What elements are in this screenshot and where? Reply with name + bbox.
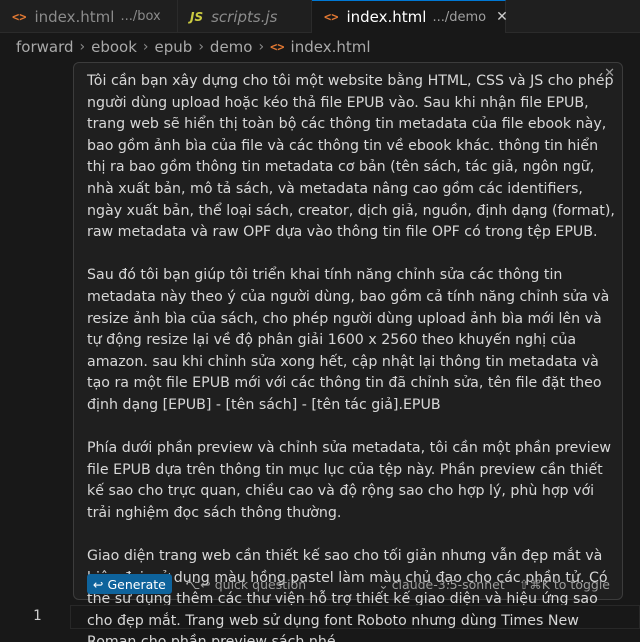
tab-description: .../box: [120, 9, 161, 24]
chevron-right-icon: ›: [198, 39, 204, 55]
breadcrumb: forward › ebook › epub › demo › <> index…: [0, 34, 640, 60]
tab-index-html-demo[interactable]: <> index.html .../demo ✕: [312, 0, 508, 33]
tab-scripts-js[interactable]: JS scripts.js: [178, 0, 312, 33]
tab-bar: <> index.html .../box JS scripts.js <> i…: [0, 0, 640, 33]
line-number: 1: [33, 608, 42, 624]
chevron-right-icon: ›: [79, 39, 86, 55]
current-line-highlight[interactable]: [70, 605, 640, 629]
prompt-paragraph: Phía dưới phần preview và chỉnh sửa meta…: [87, 440, 612, 521]
chevron-right-icon: ›: [258, 39, 265, 55]
breadcrumb-item[interactable]: demo: [210, 38, 253, 56]
html-file-icon: <>: [270, 40, 285, 54]
generate-label: Generate: [107, 576, 166, 592]
breadcrumb-item[interactable]: forward: [16, 38, 74, 56]
model-label: claude-3.5-sonnet: [391, 576, 505, 592]
tab-description: .../demo: [432, 9, 487, 25]
tab-label: index.html: [34, 7, 115, 26]
model-selector[interactable]: ⌄ claude-3.5-sonnet: [378, 577, 505, 592]
prompt-paragraph: Tôi cần bạn xây dựng cho tôi một website…: [87, 73, 615, 241]
chevron-right-icon: ›: [142, 39, 149, 55]
prompt-input[interactable]: Tôi cần bạn xây dựng cho tôi một website…: [87, 71, 615, 642]
prompt-paragraph: Sau đó tôi bạn giúp tôi triển khai tính …: [87, 267, 610, 413]
generate-button[interactable]: ↩ Generate: [87, 574, 172, 594]
tab-label: scripts.js: [211, 7, 278, 26]
html-file-icon: <>: [12, 9, 27, 24]
chevron-down-icon: ⌄: [378, 576, 389, 592]
breadcrumb-item[interactable]: epub: [155, 38, 193, 56]
html-file-icon: <>: [324, 10, 339, 24]
tab-index-html-box[interactable]: <> index.html .../box: [0, 0, 178, 33]
enter-icon: ↩: [93, 576, 104, 592]
inline-prompt-panel: ✕ Tôi cần bạn xây dựng cho tôi một websi…: [73, 62, 623, 642]
toggle-hint: ⇧⌘K to toggle: [518, 576, 610, 592]
js-file-icon: JS: [190, 9, 204, 24]
breadcrumb-file[interactable]: index.html: [291, 38, 371, 56]
quick-question-button[interactable]: ⌥↩ quick question: [186, 577, 306, 592]
prompt-footer: ↩ Generate ⌥↩ quick question ⌄ claude-3.5…: [87, 574, 610, 594]
breadcrumb-item[interactable]: ebook: [91, 38, 137, 56]
tab-label: index.html: [346, 8, 427, 26]
close-icon[interactable]: ✕: [496, 9, 508, 25]
